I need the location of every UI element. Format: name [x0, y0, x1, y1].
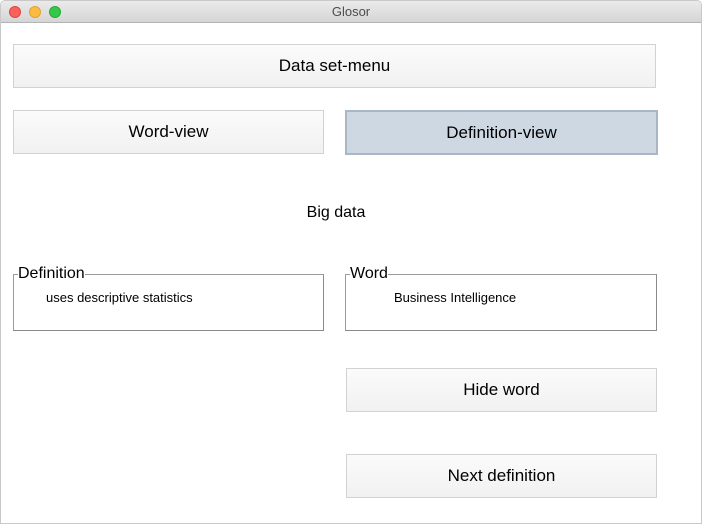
word-view-button[interactable]: Word-view [13, 110, 324, 154]
window-title: Glosor [331, 4, 371, 19]
data-set-title: Big data [306, 204, 366, 221]
hide-word-button[interactable]: Hide word [346, 368, 657, 412]
word-box-label: Word [350, 265, 388, 282]
app-window: Glosor Data set-menu Word-view Definitio… [0, 0, 702, 524]
definition-view-button[interactable]: Definition-view [345, 110, 658, 155]
definition-text: uses descriptive statistics [46, 290, 193, 305]
word-text: Business Intelligence [394, 290, 517, 305]
definition-box-label: Definition [18, 265, 85, 282]
data-set-menu-button[interactable]: Data set-menu [13, 44, 656, 88]
title-bar[interactable]: Glosor [1, 1, 701, 23]
next-definition-button[interactable]: Next definition [346, 454, 657, 498]
